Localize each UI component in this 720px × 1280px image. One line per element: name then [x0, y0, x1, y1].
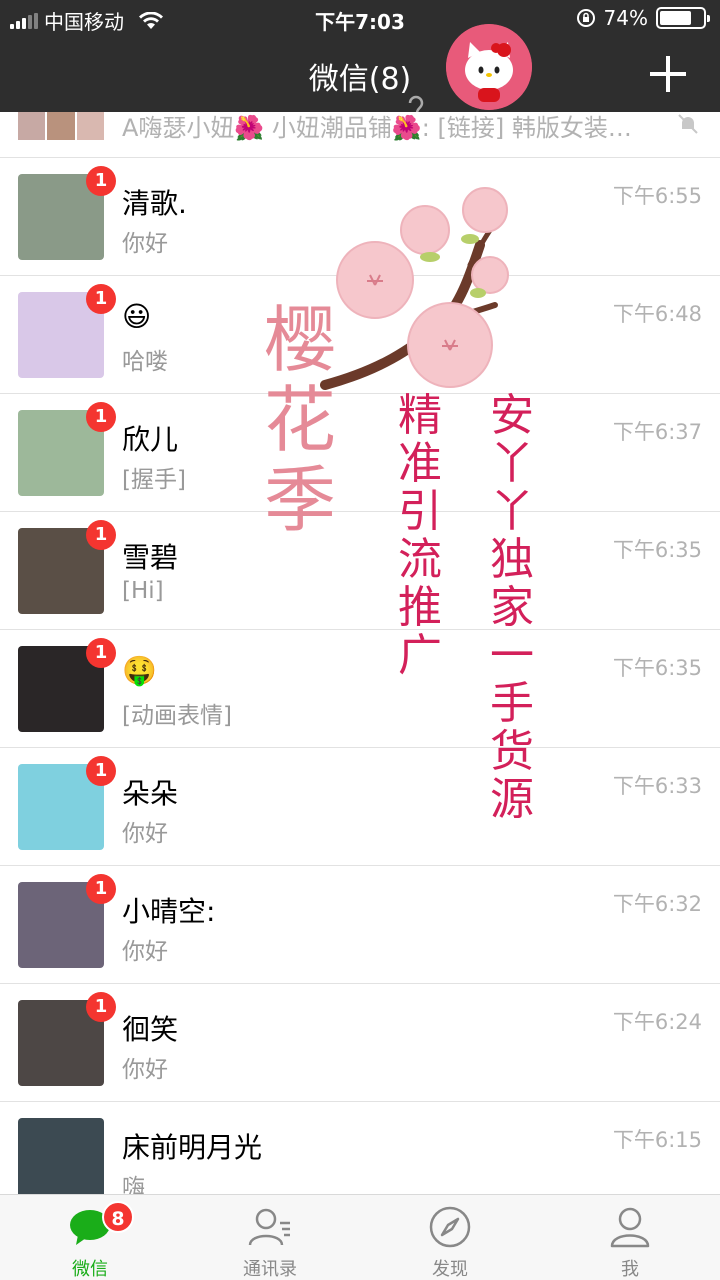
message-time: 下午6:55 [612, 184, 702, 208]
chat-row[interactable]: 1 朵朵你好 下午6:33 [0, 748, 720, 866]
unread-badge: 1 [86, 166, 116, 196]
contact-name: 小晴空: [122, 895, 216, 928]
message-time: 下午6:15 [612, 1128, 702, 1152]
tab-discover-label: 发现 [432, 1259, 468, 1280]
tab-bar: 8 微信 通讯录 发现 我 [0, 1194, 720, 1280]
chat-list: 1 清歌. 你好 下午6:55 1 😃 哈喽 下午6:48 1 欣儿 [握手] 下午6:37 1 雪碧 [H… [0, 158, 720, 1220]
rotation-lock-icon [576, 9, 595, 27]
chat-row[interactable]: 1 清歌. 你好 下午6:55 [0, 158, 720, 276]
message-preview: 你好 [122, 1057, 168, 1083]
contact-name: 徊笑 [122, 1013, 179, 1046]
message-preview: [Hi] [122, 578, 164, 604]
person-icon [610, 1207, 650, 1248]
contact-name: 😃 [122, 300, 152, 333]
chat-row[interactable]: 1 徊笑你好 下午6:24 [0, 984, 720, 1102]
tab-wechat-label: 微信 [72, 1259, 108, 1280]
tab-contacts-label: 通讯录 [243, 1259, 297, 1280]
unread-badge: 1 [86, 402, 116, 432]
message-preview: 你好 [122, 231, 168, 257]
message-preview: [握手] [122, 467, 186, 493]
message-time: 下午6:33 [612, 774, 702, 798]
chat-row-group-partial[interactable]: A嗨瑟小妞🌺 小妞潮品铺🌺: [链接] 韩版女装… [0, 112, 720, 158]
tab-discover[interactable]: 发现 [360, 1195, 540, 1280]
message-time: 下午6:24 [612, 1010, 702, 1034]
group-preview-text: A嗨瑟小妞🌺 小妞潮品铺🌺: [链接] 韩版女装… [122, 114, 632, 142]
message-time: 下午6:48 [612, 302, 702, 326]
unread-badge: 1 [86, 756, 116, 786]
unread-badge: 1 [86, 992, 116, 1022]
message-preview: 你好 [122, 821, 168, 847]
battery-icon [656, 7, 710, 29]
message-time: 下午6:35 [612, 538, 702, 562]
contact-name: 朵朵 [122, 777, 179, 810]
message-preview: 你好 [122, 939, 168, 965]
message-time: 下午6:35 [612, 656, 702, 680]
unread-badge: 1 [86, 874, 116, 904]
mute-bell-icon [678, 114, 698, 134]
page-title: 微信(8) [308, 62, 412, 97]
nav-bar: 微信(8) [0, 24, 720, 118]
message-preview: 哈喽 [122, 349, 168, 375]
battery-percent: 74% [603, 6, 648, 30]
chat-row[interactable]: 1 😃 哈喽 下午6:48 [0, 276, 720, 394]
unread-badge: 1 [86, 284, 116, 314]
contact-name: 床前明月光 [122, 1131, 263, 1164]
message-time: 下午6:32 [612, 892, 702, 916]
tab-wechat[interactable]: 8 微信 [0, 1195, 180, 1280]
contact-name: 雪碧 [122, 541, 179, 574]
hello-kitty-avatar[interactable] [446, 24, 532, 110]
contacts-icon [248, 1208, 290, 1246]
message-time: 下午6:37 [612, 420, 702, 444]
status-bar: 中国移动 下午7:03 74% [0, 0, 720, 36]
tab-me-label: 我 [621, 1259, 639, 1280]
unread-badge: 1 [86, 520, 116, 550]
tab-contacts[interactable]: 通讯录 [180, 1195, 360, 1280]
unread-badge: 1 [86, 638, 116, 668]
compass-icon [429, 1206, 471, 1248]
message-preview: [动画表情] [122, 703, 232, 729]
group-avatar [18, 112, 104, 140]
status-right: 74% [576, 6, 710, 30]
chat-row[interactable]: 1 🤑 [动画表情] 下午6:35 [0, 630, 720, 748]
plus-icon[interactable] [646, 52, 690, 96]
chat-row[interactable]: 1 雪碧 [Hi] 下午6:35 [0, 512, 720, 630]
contact-name: 欣儿 [122, 423, 179, 456]
tab-me[interactable]: 我 [540, 1195, 720, 1280]
avatar [18, 1118, 104, 1204]
wechat-screen: 中国移动 下午7:03 74% 微信(8) A嗨瑟小妞🌺 小妞潮品铺🌺: [链接… [0, 0, 720, 1280]
contact-name: 清歌. [122, 187, 187, 220]
chat-row[interactable]: 1 欣儿 [握手] 下午6:37 [0, 394, 720, 512]
contact-name: 🤑 [122, 654, 157, 687]
tab-wechat-badge: 8 [102, 1201, 134, 1233]
chat-row[interactable]: 1 小晴空: 你好 下午6:32 [0, 866, 720, 984]
